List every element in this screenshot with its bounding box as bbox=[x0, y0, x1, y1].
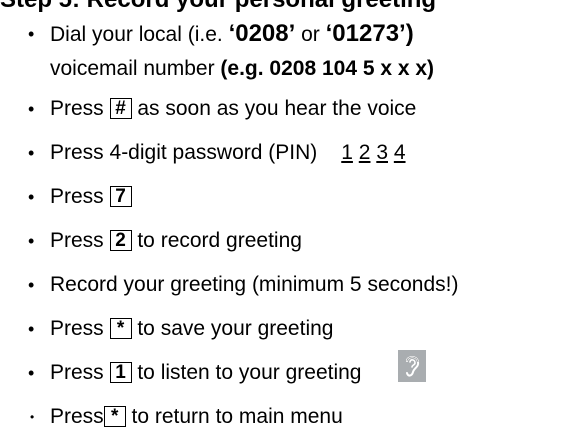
step-text: Press * to save your greeting bbox=[50, 317, 334, 340]
bullet: • bbox=[28, 187, 35, 207]
bullet: • bbox=[28, 24, 35, 44]
step-text: Dial your local (i.e. ‘0208’ or ‘01273’) bbox=[50, 20, 414, 47]
bullet: • bbox=[30, 410, 35, 424]
bullet: • bbox=[28, 231, 35, 251]
page-title: Step 5: Record your personal greeting bbox=[0, 0, 436, 14]
key-1: 1 bbox=[109, 362, 132, 383]
step-text: Record your greeting (minimum 5 seconds!… bbox=[50, 273, 459, 296]
step-text: Press * to return to main menu bbox=[50, 405, 343, 428]
key-star: * bbox=[103, 406, 126, 427]
bullet: • bbox=[28, 275, 35, 295]
step-text: Press # as soon as you hear the voice bbox=[50, 97, 417, 120]
voicemail-instructions: Step 5: Record your personal greeting • … bbox=[0, 0, 569, 437]
step-text: Press 4-digit password (PIN) 1 2 3 4 bbox=[50, 141, 406, 164]
pin-digit: 2 bbox=[358, 141, 371, 164]
pin-digit: 4 bbox=[393, 141, 406, 164]
ear-icon bbox=[398, 350, 426, 382]
pin-digit: 3 bbox=[376, 141, 388, 164]
bullet: • bbox=[28, 363, 35, 383]
step-text: Press 1 to listen to your greeting bbox=[50, 361, 362, 384]
pin-digit: 1 bbox=[341, 141, 353, 164]
step-text: Press 2 to record greeting bbox=[50, 229, 302, 252]
bullet: • bbox=[28, 99, 35, 119]
bullet: • bbox=[28, 319, 35, 339]
bullet: • bbox=[28, 143, 35, 163]
key-star: * bbox=[109, 318, 132, 339]
key-hash: # bbox=[109, 98, 132, 119]
step-text: Press 7 bbox=[50, 185, 132, 209]
key-7: 7 bbox=[109, 186, 132, 207]
step-text: voicemail number (e.g. 0208 104 5 x x x) bbox=[50, 57, 435, 80]
key-2: 2 bbox=[109, 230, 132, 251]
